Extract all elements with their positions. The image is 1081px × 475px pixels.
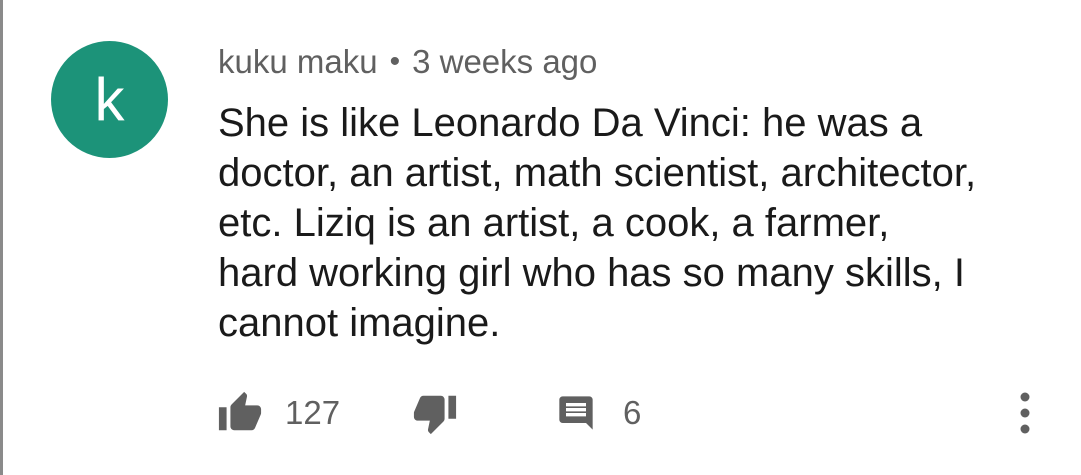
- comment-icon: [559, 396, 593, 430]
- comment-line: etc. Liziq is an artist, a cook, a farme…: [218, 201, 890, 245]
- comment-text: She is like Leonardo Da Vinci: he was a …: [218, 98, 1038, 348]
- reply-count: 6: [623, 394, 642, 431]
- like-button[interactable]: 127: [215, 385, 340, 441]
- dislike-button[interactable]: [410, 385, 460, 441]
- comment-header: kuku maku • 3 weeks ago: [218, 40, 597, 84]
- comment-line: doctor, an artist, math scientist, archi…: [218, 151, 977, 195]
- author-name[interactable]: kuku maku: [218, 43, 378, 81]
- comment-line: She is like Leonardo Da Vinci: he was a: [218, 101, 923, 145]
- comment-line: hard working girl who has so many skills…: [218, 251, 965, 295]
- thumbs-up-icon: [218, 391, 262, 431]
- thumbs-down-icon: [413, 395, 457, 435]
- avatar-letter: k: [94, 66, 125, 133]
- reply-button[interactable]: 6: [555, 385, 641, 441]
- meta-separator: •: [389, 45, 401, 78]
- screen-edge: [0, 0, 3, 475]
- comment-time[interactable]: 3 weeks ago: [412, 43, 597, 81]
- avatar[interactable]: k: [51, 41, 168, 158]
- like-count: 127: [285, 394, 341, 431]
- more-vertical-icon: [1020, 392, 1030, 434]
- comment-line: cannot imagine.: [218, 301, 501, 345]
- more-options-button[interactable]: [1005, 388, 1045, 438]
